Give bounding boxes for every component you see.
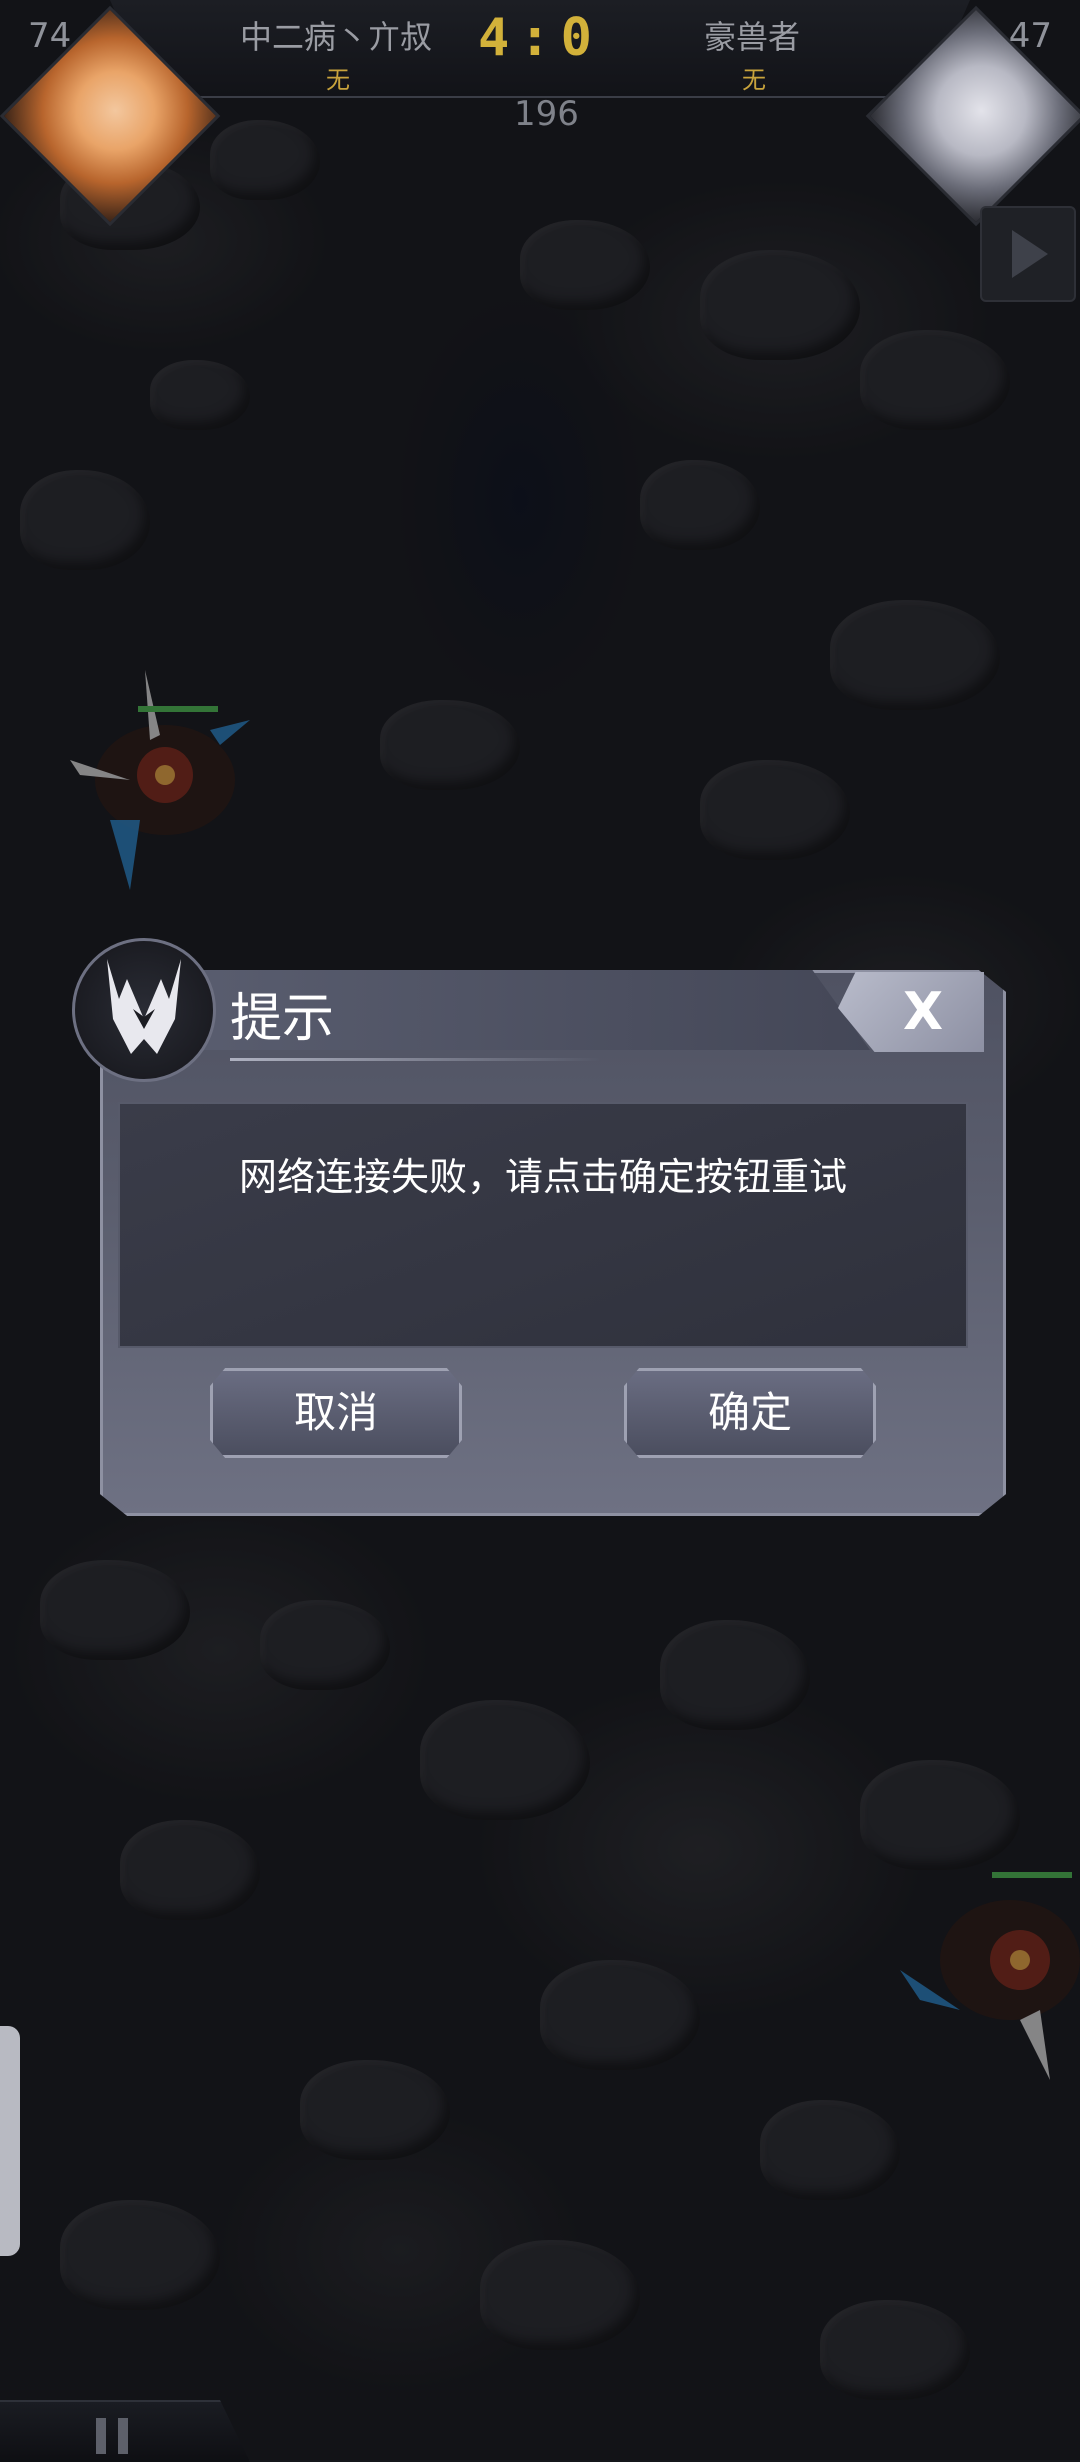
confirm-button[interactable]: 确定: [624, 1368, 876, 1458]
right-player-level: 47: [1008, 16, 1052, 56]
play-button[interactable]: [980, 206, 1076, 302]
right-player-name: 豪兽者: [704, 18, 801, 56]
play-icon: [1012, 230, 1048, 278]
dialog-title: 提示: [230, 989, 335, 1049]
side-drawer-handle[interactable]: [0, 2026, 20, 2256]
left-player-status: 无: [326, 66, 350, 94]
left-player-level: 74: [28, 16, 72, 56]
message-box: 网络连接失败，请点击确定按钮重试: [118, 1102, 968, 1348]
top-hud: 74 47 中二病丶亣叔 豪兽者 无 无 4:0 196: [0, 0, 1080, 227]
pause-icon[interactable]: [96, 2418, 130, 2454]
dialog-message: 网络连接失败，请点击确定按钮重试: [238, 1155, 847, 1199]
match-timer: 196: [514, 94, 579, 134]
mecha-emblem-icon: [107, 959, 181, 1054]
cancel-button[interactable]: 取消: [210, 1368, 462, 1458]
left-player-name: 中二病丶亣叔: [240, 18, 433, 56]
title-underline: [230, 1058, 600, 1061]
right-player-status: 无: [742, 66, 766, 94]
match-score: 4:0: [478, 8, 602, 68]
dialog-emblem: [72, 938, 216, 1082]
